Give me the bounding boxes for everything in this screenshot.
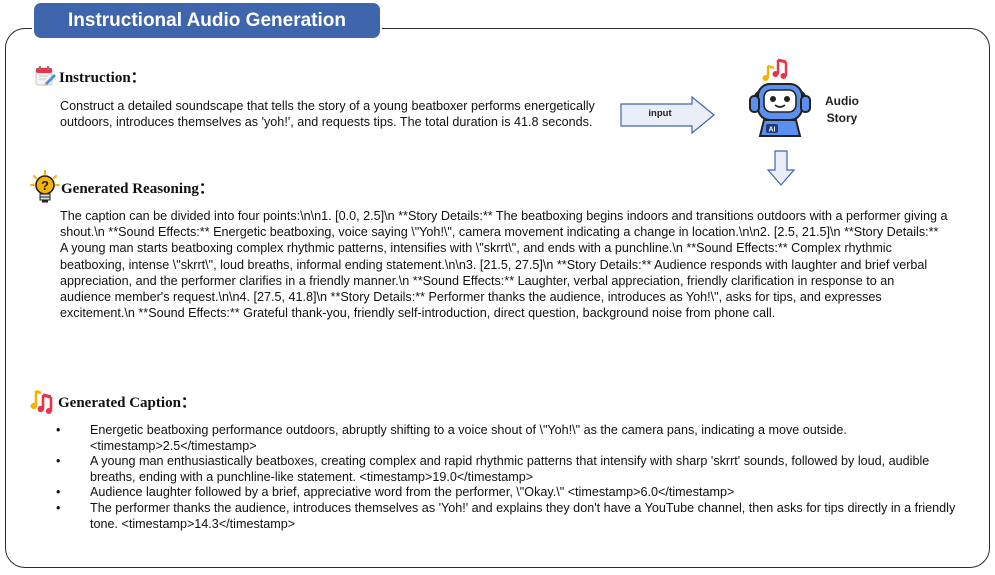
- caption-item-text: A young man enthusiastically beatboxes, …: [90, 454, 930, 484]
- caption-list: • Energetic beatboxing performance outdoo…: [56, 423, 956, 532]
- music-note-icon: [30, 389, 53, 414]
- calendar-pencil-icon: [35, 66, 56, 86]
- caption-item-text: Energetic beatboxing performance outdoor…: [90, 423, 847, 453]
- page-title: Instructional Audio Generation: [34, 3, 380, 38]
- instruction-heading-row: Instruction：: [34, 64, 146, 88]
- bullet-icon: •: [56, 500, 61, 515]
- lightbulb-question-icon: ?: [30, 170, 60, 203]
- svg-text:?: ?: [41, 178, 49, 193]
- reasoning-heading: Generated Reasoning：: [61, 180, 214, 197]
- instruction-text: Construct a detailed soundscape that tel…: [60, 99, 595, 130]
- robot-headphones-icon: AI: [749, 58, 811, 137]
- bullet-icon: •: [56, 485, 61, 500]
- audio-story-label-line2: Story: [826, 111, 858, 125]
- caption-heading: Generated Caption：: [58, 394, 196, 411]
- down-arrow-icon: [766, 150, 796, 186]
- caption-item-text: The performer thanks the audience, intro…: [90, 500, 956, 531]
- list-item: • Audience laughter followed by a brief, …: [56, 485, 956, 501]
- input-arrow-label: input: [648, 108, 672, 119]
- caption-heading-row: Generated Caption：: [30, 388, 196, 414]
- list-item: • A young man enthusiastically beatboxes,…: [56, 454, 956, 485]
- reasoning-text: The caption can be divided into four poi…: [60, 209, 948, 321]
- list-item: • Energetic beatboxing performance outdoo…: [56, 423, 956, 454]
- audio-story-label-line1: Audio: [825, 94, 859, 108]
- audio-story-label: Audio Story: [812, 93, 872, 127]
- reasoning-heading-row: ? Generated Reasoning：: [30, 170, 214, 204]
- bullet-icon: •: [56, 454, 61, 469]
- instruction-heading: Instruction：: [59, 69, 146, 86]
- caption-item-text: Audience laughter followed by a brief, a…: [90, 485, 735, 500]
- bullet-icon: •: [56, 423, 61, 437]
- robot-badge: AI: [769, 127, 776, 134]
- list-item: • The performer thanks the audience, intr…: [56, 501, 956, 532]
